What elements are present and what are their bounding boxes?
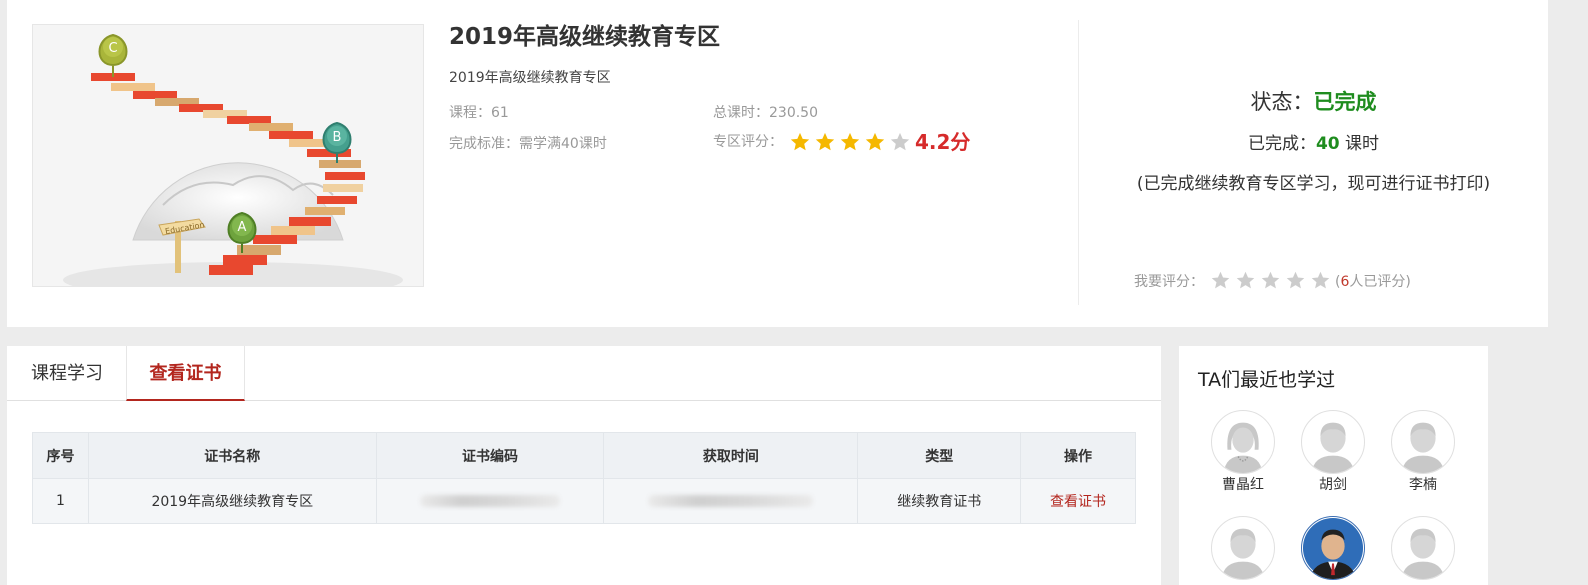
svg-text:A: A [238,220,247,235]
certificate-card: 课程学习 查看证书 序号 证书名称 证书编码 获取时间 类型 操作 1 2019… [7,346,1161,585]
peer-item[interactable]: 曹晶红 [1210,410,1276,494]
peer-item[interactable] [1390,516,1456,582]
photo-avatar-icon[interactable] [1301,516,1365,580]
star-filled-icon [815,132,835,151]
header-type: 类型 [857,432,1022,479]
certificate-table: 序号 证书名称 证书编码 获取时间 类型 操作 1 2019年高级继续教育专区 … [32,432,1136,524]
status-line: 状态：已完成 [1250,90,1377,114]
redacted-time [648,495,814,507]
course-meta: 课程：61 总课时：230.50 完成标准：需学满40课时 专区评分： 4.2分 [449,103,1069,173]
completed-hours: 已完成：40 课时 [1247,134,1380,154]
user-rating: 我要评分： (6人已评分) [1134,270,1411,291]
course-cover-image: Education C B A [32,24,424,287]
total-hours: 总课时：230.50 [713,105,818,121]
star-empty-icon[interactable] [1285,270,1306,291]
peer-item[interactable] [1300,516,1366,582]
rating-score: 4.2分 [915,130,971,154]
male-avatar-icon[interactable] [1301,410,1365,474]
header-name: 证书名称 [87,432,377,479]
cell-type: 继续教育证书 [857,478,1022,524]
male-avatar-icon[interactable] [1391,410,1455,474]
table-header-row: 序号 证书名称 证书编码 获取时间 类型 操作 [32,432,1136,479]
tab-view-certificate[interactable]: 查看证书 [126,346,245,401]
star-filled-icon [840,132,860,151]
star-empty-icon[interactable] [1235,270,1256,291]
status-value: 已完成 [1313,90,1377,114]
recent-learners-title: TA们最近也学过 [1198,369,1336,391]
user-rating-stars[interactable] [1210,270,1335,291]
cell-index: 1 [32,478,89,524]
peer-name: 曹晶红 [1222,477,1264,493]
male-avatar-icon[interactable] [1211,516,1275,580]
star-filled-icon [865,132,885,151]
cell-name: 2019年高级继续教育专区 [87,478,377,524]
female-avatar-icon[interactable] [1211,410,1275,474]
peer-item[interactable] [1210,516,1276,582]
peer-name: 胡剑 [1319,477,1347,493]
table-row: 1 2019年高级继续教育专区 继续教育证书 查看证书 [32,478,1136,524]
recent-learners-card: TA们最近也学过 曹晶红 胡剑 李楠 [1179,346,1488,585]
course-subtitle: 2019年高级继续教育专区 [449,70,611,86]
male-avatar-icon[interactable] [1391,516,1455,580]
view-certificate-link[interactable]: 查看证书 [1050,494,1106,510]
course-count: 课程：61 [449,105,509,121]
zone-rating: 专区评分： 4.2分 [713,130,971,154]
svg-text:C: C [108,41,117,56]
star-empty-icon [890,132,910,151]
peer-name: 李楠 [1409,477,1437,493]
cell-code [375,478,605,524]
star-empty-icon[interactable] [1260,270,1281,291]
header-time: 获取时间 [603,432,859,479]
course-header-card: Education C B A 2019年高级继续教育专区 2019年高级继续教… [7,0,1548,327]
peer-item[interactable]: 胡剑 [1300,410,1366,494]
tab-course-study[interactable]: 课程学习 [31,346,103,401]
cell-time [603,478,859,524]
course-title: 2019年高级继续教育专区 [449,24,721,50]
status-panel: 状态：已完成 已完成：40 课时 (已完成继续教育专区学习，现可进行证书打印) … [1079,0,1548,327]
cell-action: 查看证书 [1020,478,1136,524]
rating-count: (6人已评分) [1335,273,1411,290]
completion-standard: 完成标准：需学满40课时 [449,136,607,152]
staircase-illustration: Education C B A [33,25,423,286]
star-filled-icon [790,132,810,151]
rating-stars [789,131,914,153]
header-index: 序号 [32,432,89,479]
star-empty-icon[interactable] [1310,270,1331,291]
redacted-code [420,495,561,507]
header-code: 证书编码 [375,432,605,479]
star-empty-icon[interactable] [1210,270,1231,291]
course-info: 2019年高级继续教育专区 2019年高级继续教育专区 课程：61 总课时：23… [449,20,1069,173]
tab-bar: 课程学习 查看证书 [7,346,1161,401]
header-action: 操作 [1020,432,1136,479]
peer-item[interactable]: 李楠 [1390,410,1456,494]
svg-text:B: B [333,130,342,145]
completion-note: (已完成继续教育专区学习，现可进行证书打印) [1136,174,1491,194]
